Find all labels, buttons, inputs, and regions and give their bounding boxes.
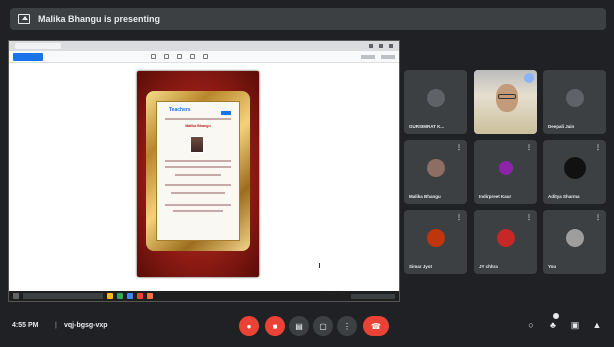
- presenting-banner[interactable]: Malika Bhangu is presenting: [10, 8, 606, 30]
- certificate-rule: [171, 192, 225, 194]
- shared-screen[interactable]: Teachers Malika Bhangu: [8, 40, 400, 320]
- activities-icon[interactable]: ▲: [592, 320, 602, 330]
- app-toolbar: [9, 51, 399, 63]
- participant-name: Indirpreet Kaur: [479, 194, 512, 199]
- presenting-label: Malika Bhangu is presenting: [38, 14, 161, 24]
- taskbar-app-icon[interactable]: [117, 293, 123, 299]
- info-icon[interactable]: ○: [526, 320, 536, 330]
- clock: 4:55 PM: [12, 322, 39, 329]
- participant-tile[interactable]: ⋮ Malika Bhangu: [404, 140, 467, 204]
- certificate-logo: Teachers: [169, 107, 191, 113]
- taskbar-app-icon[interactable]: [147, 293, 153, 299]
- certificate-rule: [165, 184, 231, 186]
- mic-off-icon[interactable]: ●: [239, 316, 259, 336]
- participant-name: Deepali Jain: [548, 124, 575, 129]
- certificate-backdrop: Teachers Malika Bhangu: [137, 71, 259, 277]
- mic-off-icon: ⋮: [526, 145, 532, 151]
- people-count-badge: [553, 313, 559, 319]
- participant-tile[interactable]: ⋮ You: [543, 210, 606, 274]
- browser-tab[interactable]: [15, 43, 61, 49]
- speaking-indicator-icon: [524, 73, 534, 83]
- mic-off-icon: ⋮: [456, 215, 462, 221]
- certificate-photo: [190, 136, 204, 153]
- certificate-rule: [165, 160, 231, 162]
- meeting-code: vqj-bgsg-vxp: [64, 322, 108, 329]
- certificate-rule: [165, 166, 231, 168]
- meeting-controls-bar: 4:55 PM | vqj-bgsg-vxp ● ■ ▤ ▢ ⋮ ☎ ○ ♣ ▣…: [0, 310, 614, 347]
- mic-off-icon: ⋮: [595, 145, 601, 151]
- toolbar-primary-button[interactable]: [13, 52, 43, 61]
- participant-name: Malika Bhangu: [409, 194, 441, 199]
- certificate-frame: Teachers Malika Bhangu: [146, 91, 250, 251]
- glasses: [498, 94, 516, 99]
- certificate-rule: [175, 174, 221, 176]
- avatar: [498, 161, 513, 176]
- browser-titlebar: [9, 41, 399, 51]
- participant-name: GURSIMRAT K...: [409, 124, 445, 129]
- mic-off-icon: ⋮: [595, 215, 601, 221]
- participant-tile[interactable]: ⋮ Aditya Sharma: [543, 140, 606, 204]
- certificate-title: Malika Bhangu: [185, 124, 211, 128]
- taskbar-app-icon[interactable]: [137, 293, 143, 299]
- mic-off-icon: ⋮: [526, 215, 532, 221]
- more-vert-icon[interactable]: ⋮: [337, 316, 357, 336]
- avatar: [426, 159, 445, 178]
- participant-tile[interactable]: ⋮ Simar Jyot: [404, 210, 467, 274]
- window-controls: [369, 44, 399, 48]
- taskbar-clock: [351, 293, 395, 299]
- people-icon[interactable]: ♣: [548, 320, 558, 330]
- avatar: [565, 89, 584, 108]
- present-screen-icon: [18, 14, 30, 24]
- avatar: [426, 89, 445, 108]
- certificate-rule: [165, 118, 231, 120]
- meet-window: Malika Bhangu is presenting Teachers Mal…: [0, 0, 614, 347]
- mic-off-icon: ⋮: [456, 145, 462, 151]
- captions-icon[interactable]: ▤: [289, 316, 309, 336]
- mouse-cursor: [319, 263, 322, 268]
- certificate-rule: [173, 210, 223, 212]
- participant-tile[interactable]: ⋮ JY chhra: [474, 210, 537, 274]
- certificate-rule: [165, 204, 231, 206]
- avatar: [496, 229, 515, 248]
- end-call-icon[interactable]: ☎: [363, 316, 389, 336]
- certificate-badge: [221, 111, 231, 115]
- taskbar-search[interactable]: [23, 293, 103, 299]
- taskbar-app-icon[interactable]: [127, 293, 133, 299]
- participant-tile-active-speaker[interactable]: [474, 70, 537, 134]
- document-canvas: Teachers Malika Bhangu: [9, 63, 399, 294]
- participant-tile[interactable]: GURSIMRAT K...: [404, 70, 467, 134]
- participant-tile[interactable]: ⋮ Indirpreet Kaur: [474, 140, 537, 204]
- divider: |: [55, 322, 57, 329]
- participant-name: JY chhra: [479, 264, 498, 269]
- participant-name: Simar Jyot: [409, 264, 433, 269]
- certificate: Teachers Malika Bhangu: [156, 101, 240, 241]
- participant-name: You: [548, 264, 557, 269]
- chat-icon[interactable]: ▣: [570, 320, 580, 330]
- avatar: [565, 229, 584, 248]
- taskbar-app-icon[interactable]: [107, 293, 113, 299]
- avatar: [563, 157, 586, 180]
- participant-name: Aditya Sharma: [548, 194, 580, 199]
- participant-tile[interactable]: Deepali Jain: [543, 70, 606, 134]
- toolbar-icons: [151, 54, 208, 59]
- present-icon[interactable]: ▢: [313, 316, 333, 336]
- start-icon[interactable]: [13, 293, 19, 299]
- avatar: [426, 229, 445, 248]
- cam-off-icon[interactable]: ■: [265, 316, 285, 336]
- toolbar-right: [361, 54, 395, 59]
- windows-taskbar: [9, 291, 399, 301]
